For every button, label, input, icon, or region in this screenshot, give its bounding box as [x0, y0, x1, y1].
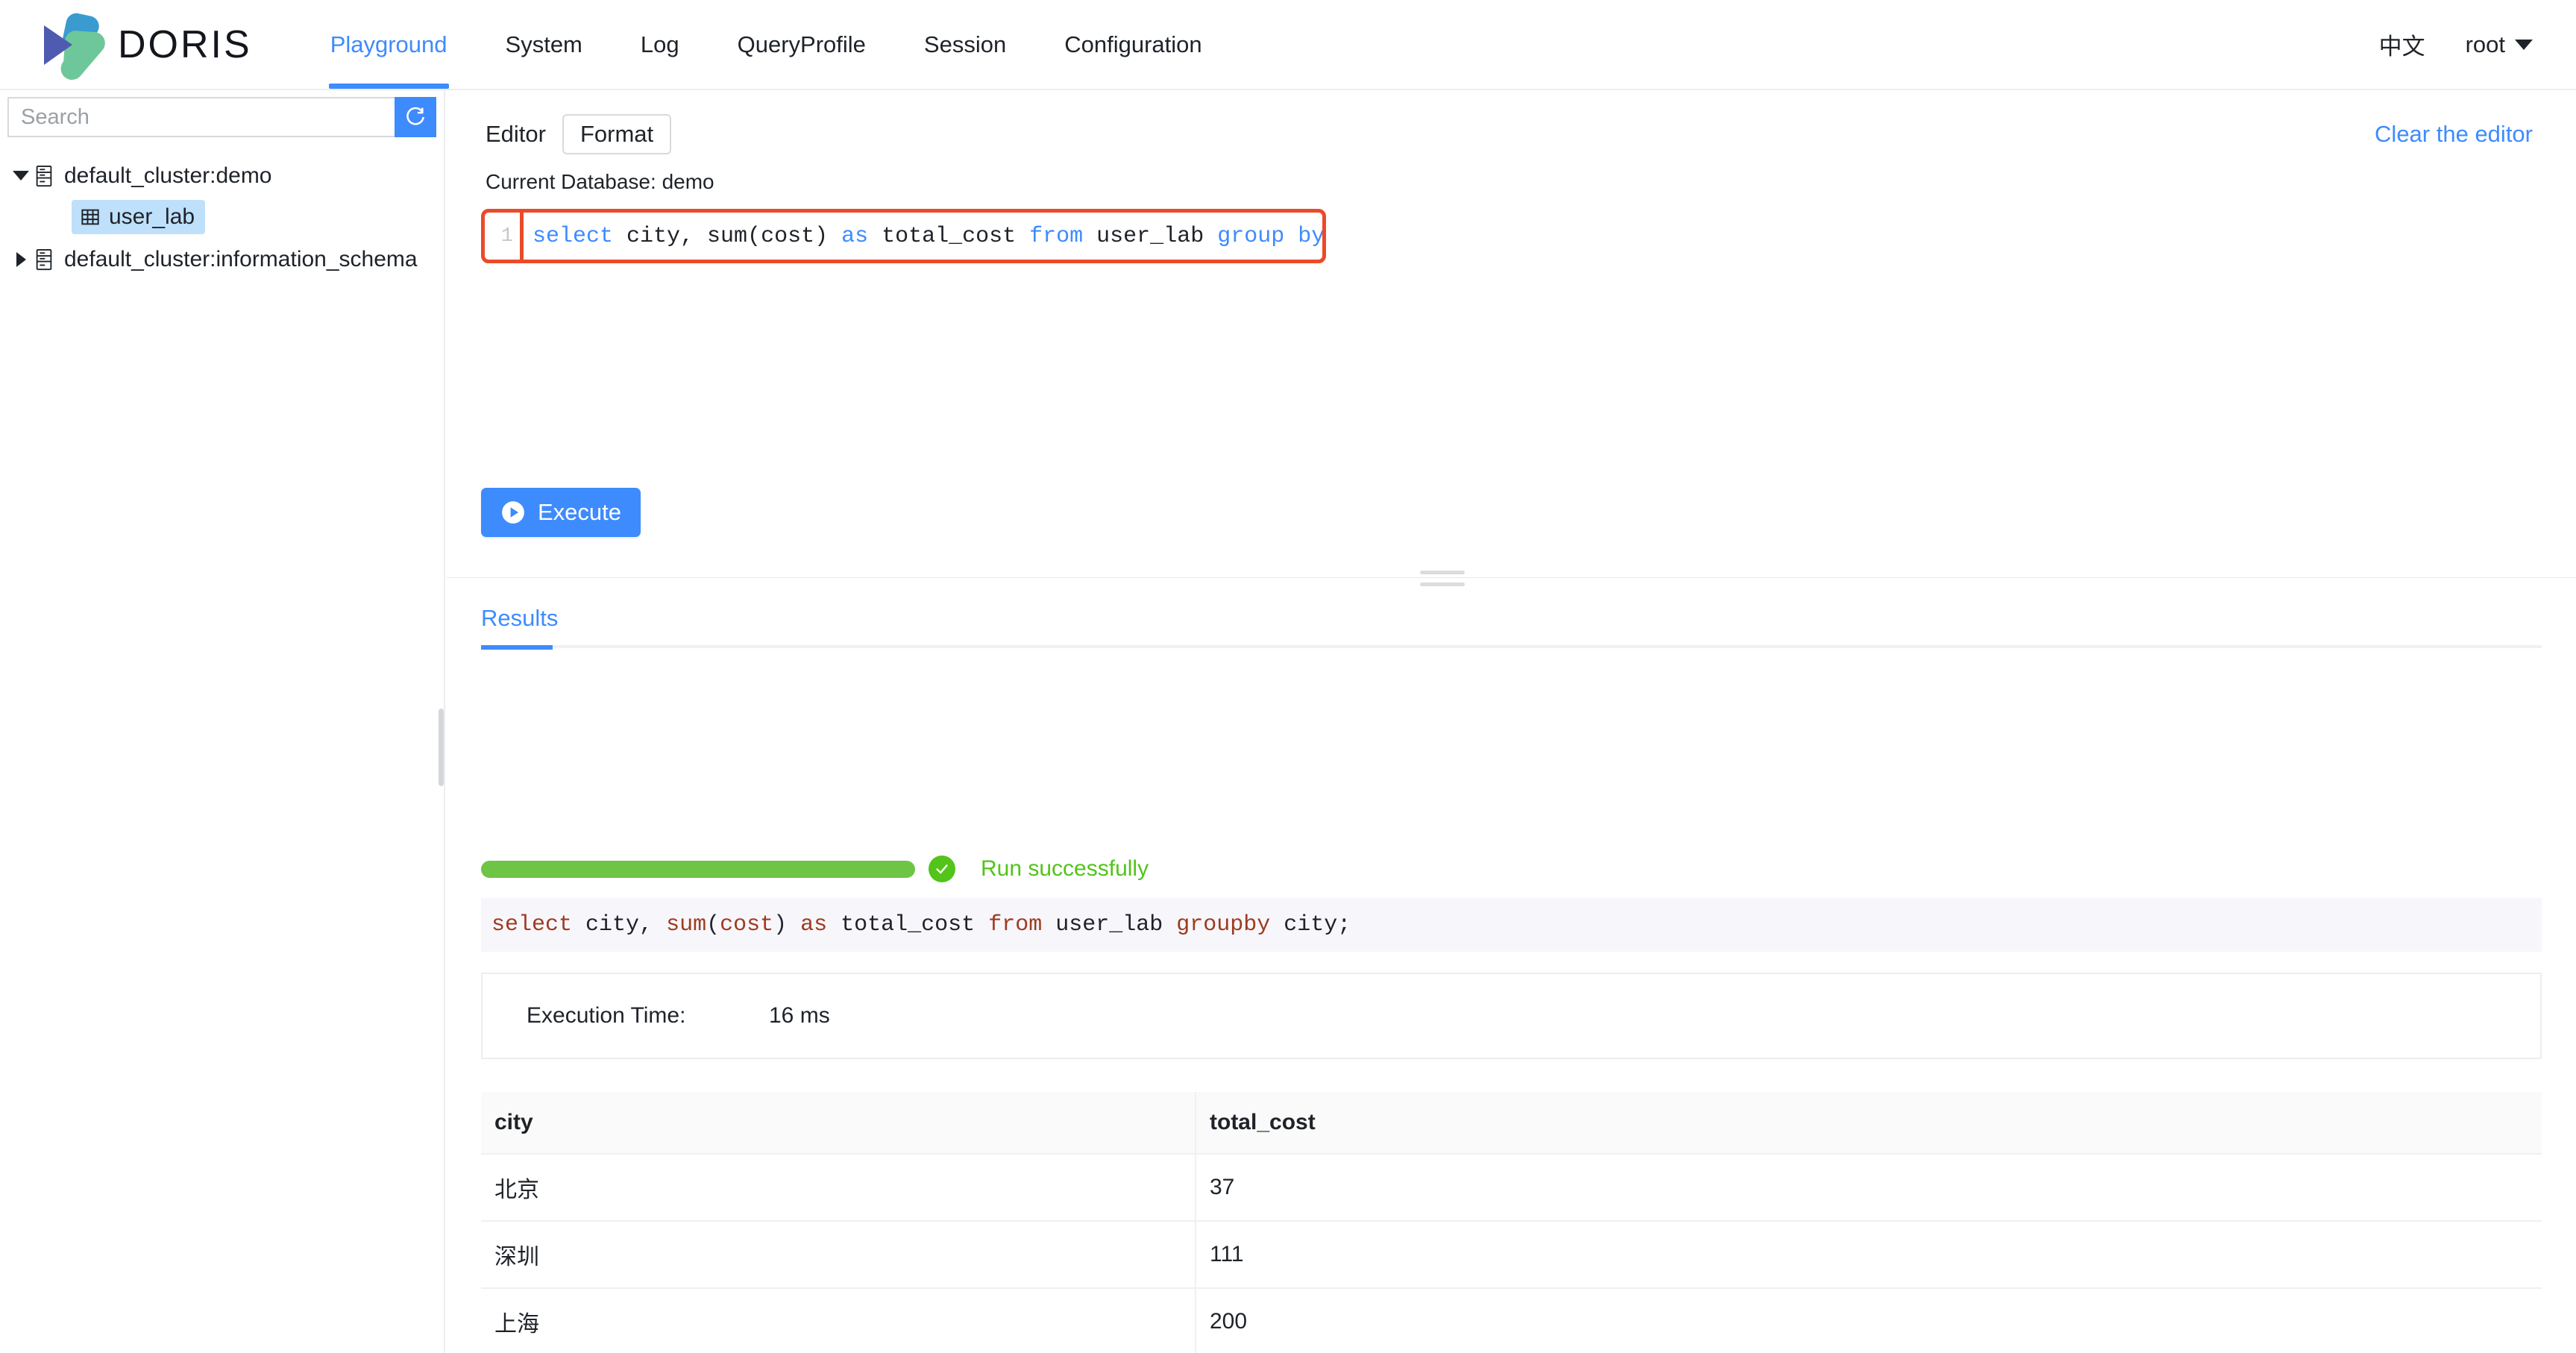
progress-bar: [481, 860, 915, 878]
clear-editor-link[interactable]: Clear the editor: [2375, 121, 2533, 148]
execute-button[interactable]: Execute: [481, 488, 641, 537]
nav-item-system[interactable]: System: [477, 0, 612, 89]
line-number-gutter: 1: [500, 225, 513, 248]
user-menu[interactable]: root: [2466, 31, 2533, 58]
column-header-city[interactable]: city: [481, 1092, 1196, 1155]
main-nav: Playground System Log QueryProfile Sessi…: [301, 0, 1231, 89]
brand: DORIS: [34, 9, 252, 81]
chevron-down-icon[interactable]: [7, 171, 34, 180]
language-toggle[interactable]: 中文: [2379, 28, 2425, 61]
tab-underline-track: [481, 645, 2542, 650]
split-divider: [447, 571, 2576, 586]
app-header: DORIS Playground System Log QueryProfile…: [0, 0, 2576, 90]
cell-total-cost: 111: [1196, 1221, 2542, 1289]
results-tab-bar: Results: [481, 605, 2542, 650]
search-row: [7, 97, 436, 137]
database-tree: default_cluster:demo user_lab default_cl…: [0, 155, 444, 280]
table-row: 深圳 111: [481, 1221, 2542, 1289]
tree-node-label: user_lab: [109, 204, 195, 229]
nav-item-queryprofile[interactable]: QueryProfile: [709, 0, 895, 89]
cell-city: 上海: [481, 1288, 1196, 1353]
database-icon: [34, 165, 54, 187]
chevron-down-icon: [2515, 39, 2533, 50]
execution-time-card: Execution Time: 16 ms: [481, 973, 2542, 1059]
user-menu-label: root: [2465, 31, 2505, 57]
current-database-label: Current Database: demo: [486, 170, 714, 193]
executed-sql-echo: select city, sum(cost) as total_cost fro…: [481, 898, 2542, 952]
table-row: 上海 200: [481, 1288, 2542, 1353]
cell-city: 深圳: [481, 1221, 1196, 1289]
table-row: 北京 37: [481, 1154, 2542, 1222]
run-status-row: Run successfully: [481, 856, 2542, 882]
tree-node-label: default_cluster:demo: [64, 163, 272, 188]
tree-node-default-cluster-information-schema[interactable]: default_cluster:information_schema: [0, 239, 444, 280]
table-header-row: city total_cost: [481, 1092, 2542, 1155]
tree-node-user-lab[interactable]: user_lab: [72, 200, 206, 234]
execute-button-label: Execute: [538, 499, 622, 525]
nav-item-playground[interactable]: Playground: [301, 0, 477, 89]
tree-node-label: default_cluster:information_schema: [64, 246, 418, 271]
split-grip-bottom[interactable]: [1420, 583, 1465, 586]
cell-total-cost: 37: [1196, 1154, 2542, 1222]
editor-tab[interactable]: Editor: [486, 121, 546, 148]
main-panel: Editor Format Clear the editor Current D…: [447, 90, 2576, 1353]
cell-total-cost: 200: [1196, 1288, 2542, 1353]
sql-editor-text: select city, sum(cost) as total_cost fro…: [533, 223, 1325, 249]
tree-node-default-cluster-demo[interactable]: default_cluster:demo: [0, 155, 444, 196]
database-icon: [34, 248, 54, 271]
execution-time-value: 16 ms: [769, 1003, 830, 1028]
sidebar-scrollbar-thumb[interactable]: [439, 709, 444, 786]
brand-name: DORIS: [118, 23, 252, 66]
cell-city: 北京: [481, 1154, 1196, 1222]
results-table: city total_cost 北京 37 深圳 111 上海 200 广州 3…: [481, 1092, 2542, 1353]
format-button[interactable]: Format: [562, 114, 672, 154]
nav-item-log[interactable]: Log: [612, 0, 709, 89]
tab-results[interactable]: Results: [481, 605, 558, 645]
refresh-button[interactable]: [395, 97, 436, 137]
nav-item-configuration[interactable]: Configuration: [1035, 0, 1231, 89]
editor-toolbar: Editor Format Clear the editor: [447, 90, 2576, 154]
sql-editor-wrapper: 1 select city, sum(cost) as total_cost f…: [481, 209, 1326, 263]
column-header-total-cost[interactable]: total_cost: [1196, 1092, 2542, 1155]
check-circle-icon: [929, 856, 955, 882]
search-input[interactable]: [7, 97, 395, 137]
split-grip-top[interactable]: [1420, 571, 1465, 574]
table-icon: [81, 207, 100, 227]
sql-editor[interactable]: 1 select city, sum(cost) as total_cost f…: [481, 209, 1326, 263]
chevron-right-icon[interactable]: [7, 251, 34, 267]
refresh-icon: [406, 107, 424, 125]
nav-item-session[interactable]: Session: [895, 0, 1035, 89]
tab-underline-active: [481, 645, 553, 650]
execution-time-label: Execution Time:: [527, 1003, 686, 1028]
play-icon: [500, 500, 526, 525]
header-right: 中文 root: [2379, 0, 2576, 89]
doris-logo-icon: [34, 9, 109, 81]
run-status-text: Run successfully: [981, 856, 1149, 881]
sidebar: default_cluster:demo user_lab: [0, 90, 445, 1353]
